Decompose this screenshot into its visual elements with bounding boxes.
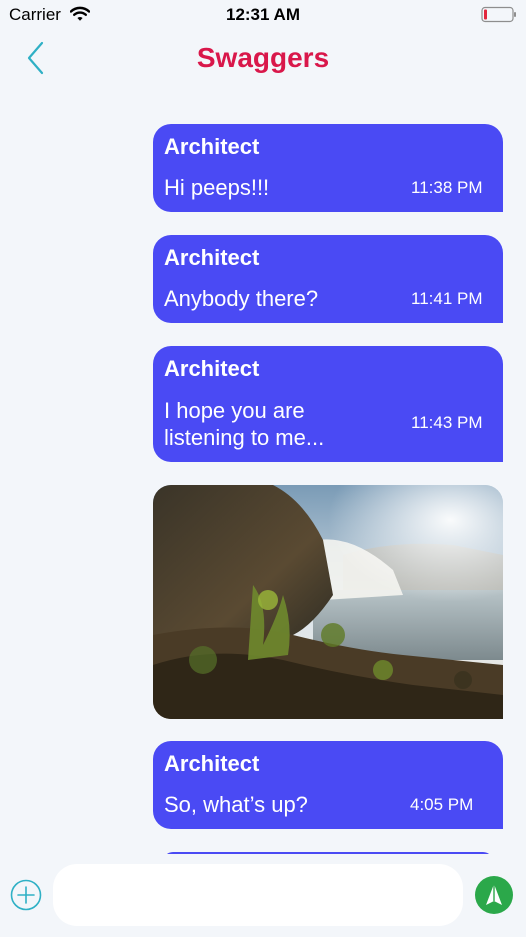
message-text: Anybody there? xyxy=(164,286,319,311)
message-time: 11:38 PM xyxy=(411,178,483,197)
waterfall-photo xyxy=(153,485,503,719)
message-bubble[interactable]: Architect Hi peeps!!! 11:38 PM xyxy=(153,124,503,212)
add-attachment-button[interactable] xyxy=(10,879,42,911)
message-list[interactable]: Architect Hi peeps!!! 11:38 PM Architect… xyxy=(0,110,526,854)
message-text: So, what’s up? xyxy=(164,792,308,817)
status-time: 12:31 AM xyxy=(225,5,300,24)
message-bubble[interactable]: Architect I hope you are listening to me… xyxy=(153,346,503,462)
message-bubble[interactable]: Architect So, what’s up? 4:05 PM xyxy=(153,741,503,829)
send-arrow-icon xyxy=(486,884,502,905)
send-button[interactable] xyxy=(475,876,513,914)
page-title: Swaggers xyxy=(196,42,330,73)
image-message[interactable] xyxy=(153,485,503,719)
status-bar: Carrier 12:31 AM xyxy=(0,0,526,30)
message-sender: Architect xyxy=(164,134,260,159)
battery-low-icon xyxy=(481,6,517,23)
message-sender: Architect xyxy=(164,751,260,776)
message-text: Hi peeps!!! xyxy=(164,175,270,200)
message-text: I hope you are listening to me... xyxy=(164,398,325,450)
message-sender: Architect xyxy=(164,245,260,270)
message-time: 11:43 PM xyxy=(411,413,483,432)
message-input[interactable] xyxy=(53,864,463,926)
message-time: 4:05 PM xyxy=(410,795,474,814)
message-bubble[interactable]: Architect Anybody there? 11:41 PM xyxy=(153,235,503,323)
plus-circle-icon xyxy=(10,879,42,911)
message-bubble-partial[interactable] xyxy=(163,852,493,854)
message-time: 11:41 PM xyxy=(411,289,483,308)
message-sender: Architect xyxy=(164,356,260,381)
